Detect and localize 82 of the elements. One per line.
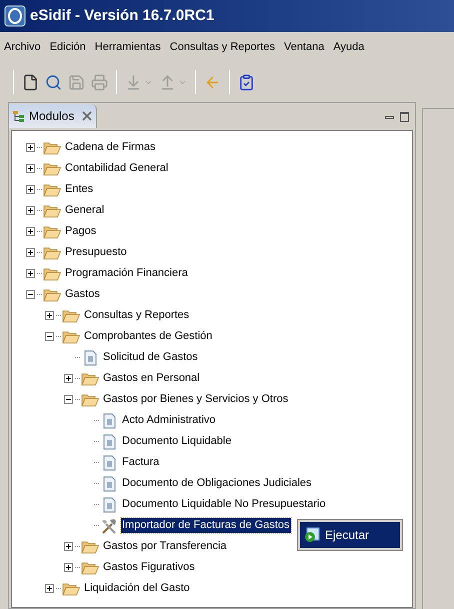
tree-item[interactable]: Gastos en Personal [102, 371, 201, 386]
hierarchy-icon [13, 110, 25, 122]
expand-toggle[interactable] [26, 206, 35, 215]
tree-item[interactable]: Contabilidad General [64, 161, 170, 176]
hammer-wrench-icon [100, 516, 118, 534]
expand-toggle[interactable] [45, 311, 54, 320]
menu-item[interactable]: Herramientas [94, 38, 161, 56]
folder-icon [62, 582, 80, 596]
save-icon [68, 74, 85, 90]
checklist-icon [238, 74, 255, 90]
expand-toggle[interactable] [64, 563, 73, 572]
expand-toggle[interactable] [64, 542, 73, 551]
tree-item[interactable]: Programación Financiera [64, 266, 189, 281]
folder-icon [81, 560, 99, 574]
tree-item[interactable]: Gastos por Bienes y Servicios y Otros [102, 392, 290, 407]
folder-icon [43, 246, 61, 260]
tree-item[interactable]: Gastos por Transferencia [102, 539, 228, 554]
modules-tab[interactable]: Modulos [9, 104, 98, 128]
tree-item[interactable]: Gastos [64, 287, 101, 302]
run-icon [304, 527, 320, 543]
folder-icon [81, 540, 99, 554]
document-icon [102, 454, 116, 470]
tree-item[interactable]: Pagos [64, 224, 98, 239]
document-icon [102, 496, 116, 512]
minimize-icon[interactable] [385, 116, 394, 118]
folder-icon [81, 392, 99, 406]
expand-toggle[interactable] [26, 185, 35, 194]
folder-icon [43, 288, 61, 302]
expand-toggle[interactable] [26, 248, 35, 257]
tree-item[interactable]: General [64, 203, 106, 218]
tree-item[interactable]: Liquidación del Gasto [83, 581, 191, 596]
folder-icon [43, 182, 61, 196]
menu-item[interactable]: Ayuda [333, 38, 364, 56]
document-icon [102, 434, 116, 450]
app-logo-icon [4, 5, 26, 27]
tree-item[interactable]: Entes [64, 182, 94, 197]
tree-item[interactable]: Cadena de Firmas [64, 140, 156, 155]
collapse-toggle[interactable] [45, 332, 54, 341]
tab-label: Modulos [29, 108, 74, 125]
folder-icon [62, 308, 80, 322]
new-file-icon [22, 74, 39, 90]
collapse-toggle[interactable] [64, 395, 73, 404]
folder-icon [43, 204, 61, 218]
tree-item[interactable]: Consultas y Reportes [83, 308, 190, 323]
tree-item[interactable]: Comprobantes de Gestión [83, 329, 214, 344]
menu-item[interactable]: Ventana [284, 38, 324, 56]
folder-icon [43, 162, 61, 176]
collapse-toggle[interactable] [26, 290, 35, 299]
document-icon [102, 476, 116, 492]
maximize-icon[interactable] [400, 112, 409, 122]
expand-toggle[interactable] [26, 227, 35, 236]
tree-item[interactable]: Solicitud de Gastos [102, 350, 199, 365]
folder-icon [81, 372, 99, 386]
tree-item[interactable]: Presupuesto [64, 245, 128, 260]
tree-item[interactable]: Documento de Obligaciones Judiciales [121, 476, 313, 491]
folder-icon [43, 266, 61, 280]
folder-icon [43, 140, 61, 154]
menu-item[interactable]: Ejecutar [300, 522, 400, 548]
menu-item[interactable]: Archivo [4, 38, 41, 56]
folder-icon [62, 330, 80, 344]
print-icon [91, 74, 108, 90]
document-icon [84, 350, 96, 366]
download-icon [125, 74, 142, 90]
window-title: eSidif - Versión 16.7.0RC1 [30, 6, 214, 26]
folder-icon [43, 224, 61, 238]
tree-item[interactable]: Documento Liquidable [121, 434, 232, 449]
tree-item[interactable]: Importador de Facturas de Gastos [121, 518, 291, 533]
search-icon [45, 74, 62, 90]
expand-toggle[interactable] [26, 143, 35, 152]
upload-icon [159, 74, 176, 90]
menu-item[interactable]: Consultas y Reportes [170, 38, 275, 56]
close-icon[interactable] [82, 111, 92, 121]
expand-toggle[interactable] [26, 269, 35, 278]
menu-item[interactable]: Edición [50, 38, 86, 56]
tree-item[interactable]: Gastos Figurativos [102, 560, 196, 575]
document-icon [102, 412, 116, 428]
expand-toggle[interactable] [26, 164, 35, 173]
expand-toggle[interactable] [45, 584, 54, 593]
tree-item[interactable]: Acto Administrativo [121, 413, 217, 428]
expand-toggle[interactable] [64, 374, 73, 383]
tree-item[interactable]: Factura [121, 455, 160, 470]
tree-item[interactable]: Documento Liquidable No Presupuestario [121, 497, 327, 512]
